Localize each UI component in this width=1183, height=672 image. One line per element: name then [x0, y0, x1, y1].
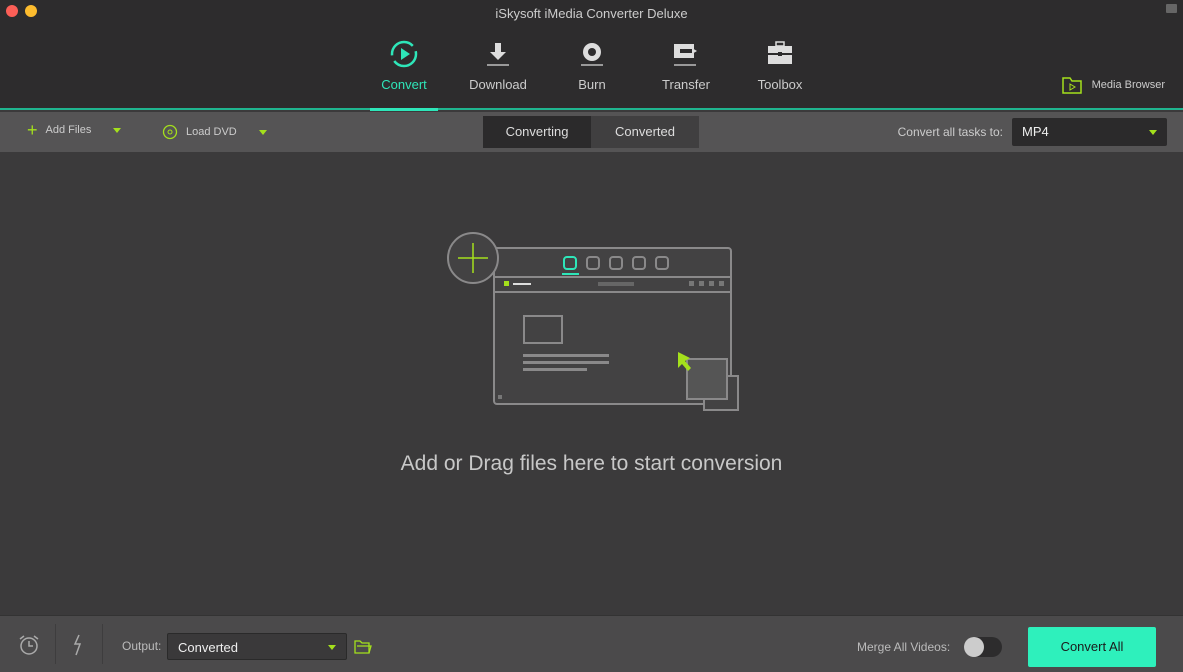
convert-all-button[interactable]: Convert All	[1028, 627, 1156, 667]
divider	[55, 624, 56, 664]
merge-label: Merge All Videos:	[857, 640, 951, 654]
nav-label: Transfer	[662, 77, 710, 92]
output-value: Converted	[178, 640, 238, 655]
alarm-clock-icon[interactable]	[18, 634, 40, 656]
merge-toggle[interactable]	[964, 637, 1002, 657]
nav-label: Toolbox	[757, 77, 803, 92]
download-icon	[464, 36, 532, 72]
divider	[102, 624, 103, 664]
media-browser-button[interactable]: Media Browser	[1061, 76, 1165, 94]
nav-toolbox[interactable]: Toolbox	[746, 36, 814, 92]
chevron-down-icon	[328, 644, 336, 650]
drop-zone[interactable]: Add or Drag files here to start conversi…	[0, 152, 1183, 615]
dvd-icon	[162, 124, 178, 140]
title-bar: iSkysoft iMedia Converter Deluxe Convert…	[0, 0, 1183, 111]
format-select[interactable]: MP4	[1012, 118, 1167, 146]
toolbar: + Add Files Load DVD Converting Converte…	[0, 112, 1183, 152]
feedback-icon[interactable]	[1166, 4, 1177, 13]
bottom-bar: Output: Converted Merge All Videos: Conv…	[0, 615, 1183, 672]
load-dvd-dropdown-icon[interactable]	[258, 129, 267, 135]
lightning-icon[interactable]	[72, 634, 84, 656]
nav-convert[interactable]: Convert	[370, 36, 438, 111]
toggle-knob	[964, 637, 984, 657]
toolbox-icon	[746, 36, 814, 72]
nav-label: Burn	[578, 77, 606, 92]
convert-icon	[370, 36, 438, 72]
burn-icon	[558, 36, 626, 72]
tab-converted[interactable]: Converted	[591, 116, 699, 148]
load-dvd-label: Load DVD	[186, 126, 237, 138]
plus-icon: +	[27, 120, 38, 140]
convert-all-label: Convert all tasks to:	[897, 125, 1003, 139]
chevron-down-icon	[1149, 130, 1157, 135]
nav-transfer[interactable]: Transfer	[652, 36, 720, 92]
output-label: Output:	[122, 639, 162, 653]
transfer-icon	[652, 36, 720, 72]
add-files-label: Add Files	[45, 124, 92, 136]
media-folder-icon	[1061, 77, 1082, 94]
open-folder-icon[interactable]	[354, 640, 372, 654]
load-dvd-button[interactable]: Load DVD	[162, 124, 267, 140]
nav-label: Download	[469, 77, 527, 92]
media-browser-label: Media Browser	[1091, 79, 1165, 91]
nav-download[interactable]: Download	[464, 36, 532, 92]
add-files-dropdown-icon[interactable]	[113, 127, 122, 133]
nav-burn[interactable]: Burn	[558, 36, 626, 92]
format-value: MP4	[1022, 124, 1049, 139]
add-files-button[interactable]: + Add Files	[27, 120, 122, 140]
drop-illustration	[447, 232, 739, 411]
output-select[interactable]: Converted	[167, 633, 347, 660]
window-title: iSkysoft iMedia Converter Deluxe	[495, 6, 688, 21]
nav-label: Convert	[381, 77, 427, 92]
tab-converting[interactable]: Converting	[483, 116, 591, 148]
drop-hint: Add or Drag files here to start conversi…	[400, 452, 783, 475]
